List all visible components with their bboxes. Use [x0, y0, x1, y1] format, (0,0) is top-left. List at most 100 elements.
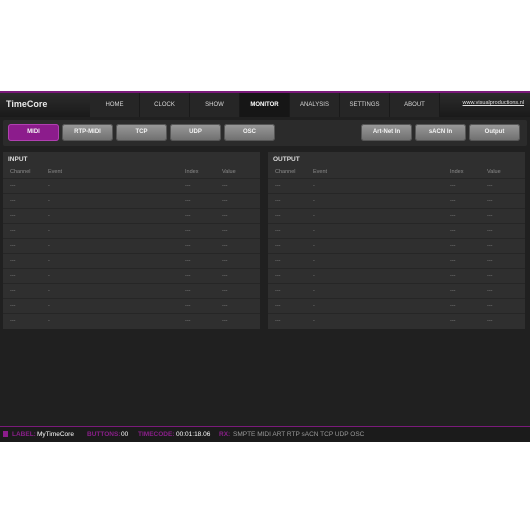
status-indicator-icon [3, 431, 8, 437]
input-col-event: Event [48, 169, 63, 175]
status-buttons-value: 00 [121, 431, 129, 438]
table-row: --- - --- --- [268, 178, 525, 194]
table-cell: --- [487, 303, 493, 309]
table-cell: --- [10, 228, 16, 234]
table-cell: - [313, 243, 315, 249]
table-cell: --- [487, 228, 493, 234]
table-cell: - [48, 318, 50, 324]
nav-about[interactable]: ABOUT [390, 93, 440, 117]
table-row: --- - --- --- [3, 238, 260, 254]
sacn-in-button[interactable]: sACN In [415, 124, 466, 141]
table-cell: --- [222, 243, 228, 249]
output-col-value: Value [487, 169, 501, 175]
table-row: --- - --- --- [3, 253, 260, 269]
table-row: --- - --- --- [268, 283, 525, 299]
midi-button[interactable]: MIDI [8, 124, 59, 141]
table-cell: --- [450, 273, 456, 279]
tcp-button[interactable]: TCP [116, 124, 167, 141]
table-cell: --- [450, 303, 456, 309]
table-row: --- - --- --- [3, 193, 260, 209]
table-cell: - [48, 183, 50, 189]
table-cell: --- [185, 228, 191, 234]
table-cell: --- [222, 303, 228, 309]
input-col-index: Index [185, 169, 199, 175]
rtp-midi-button[interactable]: RTP-MIDI [62, 124, 113, 141]
table-cell: --- [450, 198, 456, 204]
table-row: --- - --- --- [3, 298, 260, 314]
status-label-key: LABEL: [12, 431, 36, 438]
table-cell: - [313, 303, 315, 309]
status-rx-key: RX: [219, 431, 231, 438]
table-cell: --- [10, 303, 16, 309]
table-cell: --- [222, 288, 228, 294]
table-cell: --- [487, 183, 493, 189]
table-cell: - [48, 258, 50, 264]
table-cell: --- [275, 318, 281, 324]
table-cell: - [313, 318, 315, 324]
status-rx-values: SMPTE MIDI ART RTP sACN TCP UDP OSC [233, 431, 365, 438]
nav-monitor[interactable]: MONITOR [240, 93, 290, 117]
table-row: --- - --- --- [3, 208, 260, 224]
table-cell: - [313, 198, 315, 204]
nav-settings[interactable]: SETTINGS [340, 93, 390, 117]
art-net-in-button[interactable]: Art-Net In [361, 124, 412, 141]
table-cell: --- [10, 243, 16, 249]
table-cell: --- [275, 213, 281, 219]
nav-show-control[interactable]: SHOW CONTROL [190, 93, 240, 132]
table-cell: - [48, 228, 50, 234]
table-cell: --- [450, 183, 456, 189]
table-cell: - [48, 198, 50, 204]
table-cell: --- [222, 273, 228, 279]
table-cell: --- [222, 258, 228, 264]
table-cell: - [313, 258, 315, 264]
table-cell: - [48, 303, 50, 309]
table-cell: --- [185, 288, 191, 294]
website-link[interactable]: www.visualproductions.nl [463, 100, 524, 106]
table-cell: --- [275, 243, 281, 249]
status-timecode-key: TIMECODE: [138, 431, 175, 438]
table-row: --- - --- --- [3, 283, 260, 299]
table-cell: --- [10, 318, 16, 324]
table-cell: --- [275, 303, 281, 309]
nav-analysis[interactable]: ANALYSIS [290, 93, 340, 117]
table-cell: --- [185, 258, 191, 264]
table-cell: --- [10, 183, 16, 189]
table-cell: --- [222, 228, 228, 234]
table-cell: --- [222, 198, 228, 204]
table-cell: --- [487, 213, 493, 219]
table-row: --- - --- --- [3, 178, 260, 194]
table-cell: --- [10, 198, 16, 204]
table-row: --- - --- --- [268, 193, 525, 209]
udp-button[interactable]: UDP [170, 124, 221, 141]
table-cell: --- [450, 228, 456, 234]
table-cell: --- [275, 183, 281, 189]
table-cell: --- [450, 213, 456, 219]
table-row: --- - --- --- [3, 268, 260, 284]
table-cell: --- [450, 288, 456, 294]
table-cell: --- [487, 288, 493, 294]
input-title: INPUT [8, 156, 28, 163]
output-button[interactable]: Output [469, 124, 520, 141]
table-row: --- - --- --- [268, 313, 525, 329]
table-cell: --- [185, 243, 191, 249]
table-cell: --- [275, 288, 281, 294]
table-cell: --- [222, 318, 228, 324]
nav-clock[interactable]: CLOCK [140, 93, 190, 117]
table-row: --- - --- --- [268, 223, 525, 239]
table-row: --- - --- --- [268, 253, 525, 269]
table-cell: --- [487, 318, 493, 324]
table-cell: --- [10, 273, 16, 279]
table-cell: - [48, 288, 50, 294]
table-cell: - [313, 213, 315, 219]
nav-home[interactable]: HOME [90, 93, 140, 117]
osc-button[interactable]: OSC [224, 124, 275, 141]
table-cell: --- [10, 213, 16, 219]
main-nav: HOME CLOCK SHOW CONTROL MONITOR ANALYSIS… [90, 93, 440, 132]
table-row: --- - --- --- [3, 223, 260, 239]
table-cell: - [313, 228, 315, 234]
top-bar: TimeCore HOME CLOCK SHOW CONTROL MONITOR… [0, 93, 530, 132]
status-timecode-value: 00:01:18.06 [176, 431, 211, 438]
table-cell: - [48, 213, 50, 219]
output-col-channel: Channel [275, 169, 296, 175]
table-cell: --- [185, 318, 191, 324]
